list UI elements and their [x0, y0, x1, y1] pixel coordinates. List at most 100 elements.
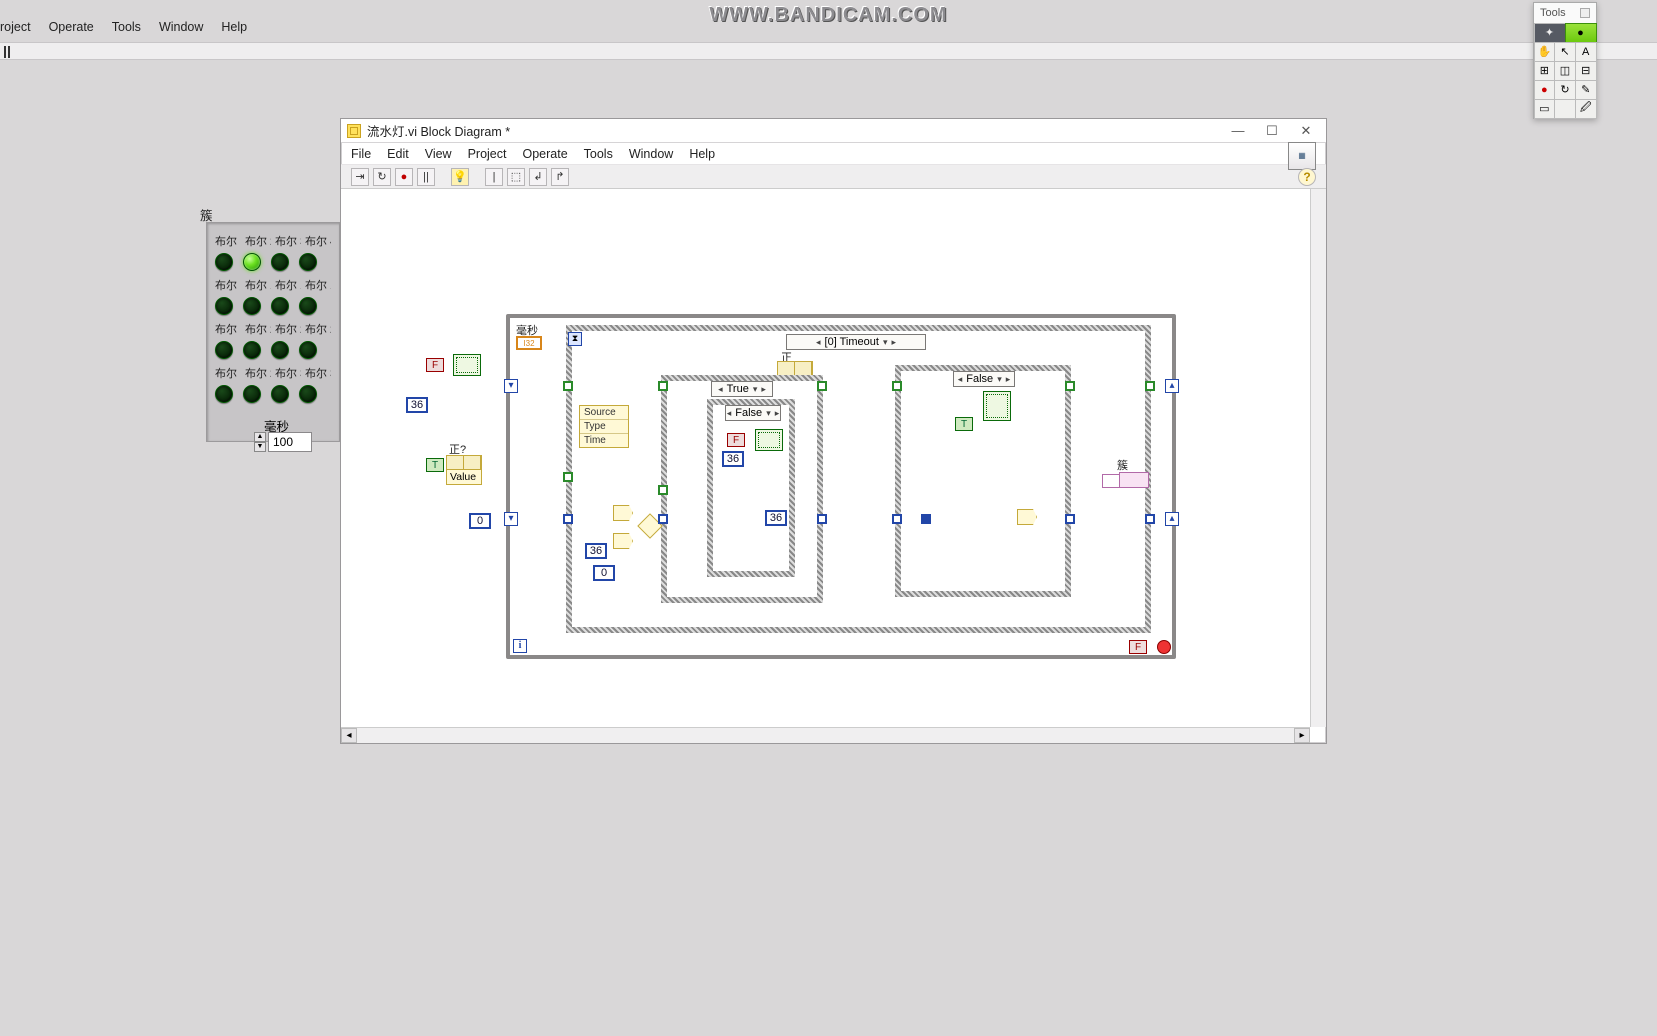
run-continuous-button[interactable]: ↻ [373, 168, 391, 186]
cluster-indicator[interactable] [1119, 472, 1149, 488]
run-button[interactable]: ⇥ [351, 168, 369, 186]
vertical-scrollbar[interactable] [1310, 189, 1326, 727]
ms-input[interactable] [268, 432, 312, 452]
const-36-c[interactable]: 36 [765, 510, 787, 526]
stop-terminal[interactable] [1157, 640, 1171, 654]
menu-help2[interactable]: Help [689, 147, 715, 161]
prev-case-icon-4[interactable]: ◂ [958, 374, 963, 385]
case-dropdown-icon[interactable]: ▾ [883, 337, 888, 348]
next-case-icon[interactable]: ▸ [891, 337, 896, 348]
ms-decrement[interactable]: ▼ [254, 442, 266, 452]
const-0-b[interactable]: 0 [593, 565, 615, 581]
prev-case-icon-3[interactable]: ◂ [727, 408, 732, 419]
scroll-tool-icon[interactable]: ⊟ [1575, 61, 1597, 81]
case-false-selector[interactable]: ◂ False ▾ ▸ [953, 371, 1015, 387]
menu-operate[interactable]: Operate [49, 20, 94, 38]
bool-const-T1[interactable]: T [426, 458, 444, 472]
connector-pane-icon[interactable]: ▦ [1288, 142, 1316, 170]
shift-register-left-bottom[interactable] [504, 512, 518, 526]
const-36-d[interactable]: 36 [585, 543, 607, 559]
led-4-3[interactable] [271, 385, 289, 403]
led-1-3[interactable] [271, 253, 289, 271]
bool-const-F3[interactable]: F [1129, 640, 1147, 654]
build-array-node-2[interactable] [755, 429, 783, 451]
bool-const-F2[interactable]: F [727, 433, 745, 447]
menu-help[interactable]: Help [221, 20, 247, 38]
pause-icon[interactable] [2, 45, 12, 59]
shift-register-right-top[interactable] [1165, 379, 1179, 393]
led-2-3[interactable] [271, 297, 289, 315]
const-0-a[interactable]: 0 [469, 513, 491, 529]
case-inner-false-selector[interactable]: ◂ False ▾ ▸ [725, 405, 781, 421]
scroll-right-icon[interactable]: ▸ [1294, 728, 1310, 743]
led-3-2[interactable] [243, 341, 261, 359]
next-case-icon-4[interactable]: ▸ [1006, 374, 1011, 385]
horizontal-scrollbar[interactable]: ◂ ▸ [341, 727, 1310, 743]
minimize-button[interactable]: — [1224, 122, 1252, 140]
auto-tool-icon[interactable]: ✦ [1534, 23, 1566, 43]
led-2-4[interactable] [299, 297, 317, 315]
menu-tools[interactable]: Tools [112, 20, 141, 38]
menu-project2[interactable]: Project [468, 147, 507, 161]
operate-tool-icon[interactable]: ✋ [1534, 42, 1556, 62]
shift-register-right-bottom[interactable] [1165, 512, 1179, 526]
led-1-4[interactable] [299, 253, 317, 271]
led-1-2[interactable] [243, 253, 261, 271]
highlight-tool-icon[interactable]: ● [1565, 23, 1597, 43]
close-button[interactable]: ✕ [1292, 122, 1320, 140]
led-2-1[interactable] [215, 297, 233, 315]
menu-operate2[interactable]: Operate [522, 147, 567, 161]
maximize-button[interactable]: ☐ [1258, 122, 1286, 140]
const-36-a[interactable]: 36 [406, 397, 428, 413]
const-36-b[interactable]: 36 [722, 451, 744, 467]
menu-file[interactable]: File [351, 147, 371, 161]
replace-array-node[interactable] [983, 391, 1011, 421]
abort-button[interactable]: ● [395, 168, 413, 186]
next-case-icon-3[interactable]: ▸ [775, 408, 780, 419]
case-dropdown-icon-2[interactable]: ▾ [753, 384, 758, 395]
led-3-4[interactable] [299, 341, 317, 359]
retain-wire-button[interactable]: | [485, 168, 503, 186]
case-true-selector[interactable]: ◂ True ▾ ▸ [711, 381, 773, 397]
window-titlebar[interactable]: 流水灯.vi Block Diagram * — ☐ ✕ [341, 119, 1326, 143]
led-3-1[interactable] [215, 341, 233, 359]
bool-const-F1[interactable]: F [426, 358, 444, 372]
shift-register-left-top[interactable] [504, 379, 518, 393]
block-diagram-window[interactable]: 流水灯.vi Block Diagram * — ☐ ✕ File Edit V… [340, 118, 1327, 744]
pause-button[interactable]: || [417, 168, 435, 186]
ms-increment[interactable]: ▲ [254, 432, 266, 442]
eyedropper-tool-icon[interactable]: ✎ [1575, 80, 1597, 100]
paint-tool-icon[interactable]: 🖉 [1575, 99, 1597, 119]
ms-terminal[interactable]: I32 [516, 336, 542, 350]
pin-icon[interactable] [1580, 8, 1590, 18]
menu-project[interactable]: roject [0, 20, 31, 38]
led-2-2[interactable] [243, 297, 261, 315]
event-case-selector[interactable]: ◂ [0] Timeout ▾ ▸ [786, 334, 926, 350]
step-out-button[interactable]: ↱ [551, 168, 569, 186]
led-1-1[interactable] [215, 253, 233, 271]
position-tool-icon[interactable]: ↖ [1554, 42, 1576, 62]
cluster-control[interactable]: 布尔布尔 2布尔 3布尔 4 布尔布尔 1布尔 12布尔 1 布尔布尔 20布尔… [206, 222, 340, 442]
property-node-zheng[interactable]: Value [446, 455, 482, 485]
prev-case-icon[interactable]: ◂ [816, 337, 821, 348]
next-case-icon-2[interactable]: ▸ [761, 384, 766, 395]
highlight-exec-button[interactable]: 💡 [451, 168, 469, 186]
breakpoint-tool-icon[interactable]: ● [1534, 80, 1556, 100]
led-3-3[interactable] [271, 341, 289, 359]
block-diagram-canvas[interactable]: ◂ [0] Timeout ▾ ▸ ⧗ 毫秒 I32 正? Value T F … [341, 189, 1326, 727]
tools-palette[interactable]: Tools ✦ ● ✋ ↖ A ⊞ ◫ ⊟ ● ↻ ✎ ▭ 🖉 [1533, 2, 1597, 119]
color-tool-icon[interactable]: ▭ [1534, 99, 1556, 119]
label-tool-icon[interactable]: A [1575, 42, 1597, 62]
menu-tools2[interactable]: Tools [584, 147, 613, 161]
menu-window[interactable]: Window [159, 20, 203, 38]
decrement-node[interactable] [1017, 509, 1037, 525]
menu-edit[interactable]: Edit [387, 147, 409, 161]
step-over-button[interactable]: ↲ [529, 168, 547, 186]
less-than-node[interactable] [613, 533, 633, 549]
build-array-node-1[interactable] [453, 354, 481, 376]
menu-window2[interactable]: Window [629, 147, 673, 161]
wiring-tool-icon[interactable]: ⊞ [1534, 61, 1556, 81]
bool-const-T2[interactable]: T [955, 417, 973, 431]
step-into-button[interactable]: ⬚ [507, 168, 525, 186]
scroll-left-icon[interactable]: ◂ [341, 728, 357, 743]
